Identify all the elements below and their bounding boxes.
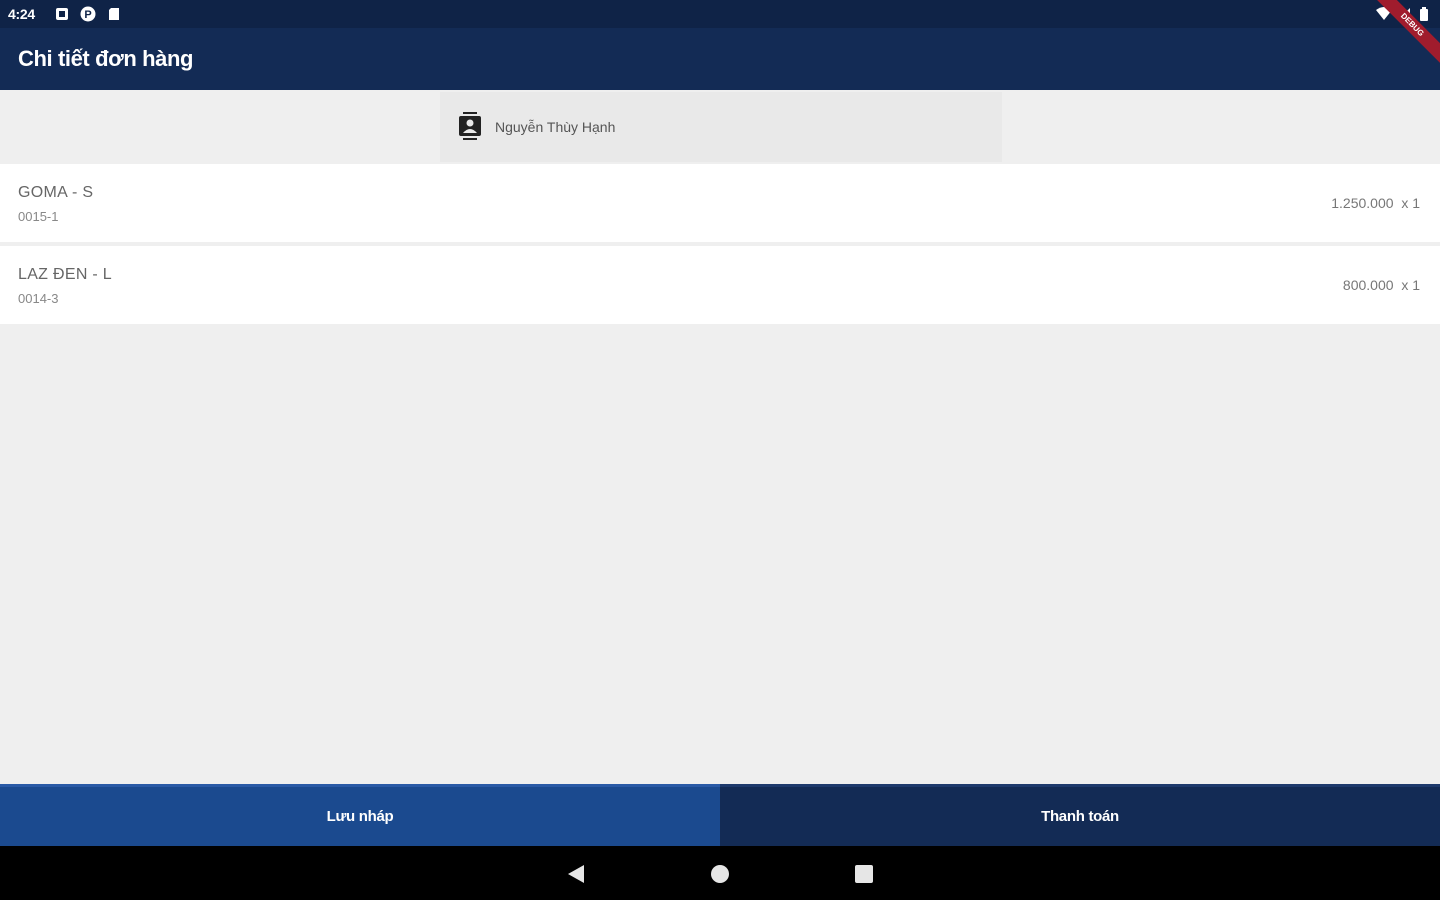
- item-code: 0015-1: [18, 209, 59, 224]
- page-title: Chi tiết đơn hàng: [18, 46, 194, 71]
- action-bar: Lưu nháp Thanh toán: [0, 784, 1440, 846]
- item-code: 0014-3: [18, 291, 59, 306]
- status-time: 4:24: [8, 6, 35, 22]
- system-nav-bar: [0, 846, 1440, 900]
- recents-icon[interactable]: [853, 863, 875, 885]
- item-name: GOMA - S: [18, 184, 94, 201]
- sd-card-icon: [106, 6, 122, 22]
- list-item[interactable]: GOMA - S 0015-1 1.250.000 x 1: [0, 164, 1440, 242]
- status-bar: 4:24 P: [0, 0, 1440, 28]
- back-icon[interactable]: [565, 863, 587, 885]
- item-price-qty: 800.000 x 1: [1343, 277, 1420, 293]
- home-icon[interactable]: [709, 863, 731, 885]
- status-icons-right: [1376, 6, 1432, 22]
- item-qty: x 1: [1401, 277, 1420, 293]
- item-price-qty: 1.250.000 x 1: [1331, 195, 1420, 211]
- svg-text:P: P: [84, 9, 91, 21]
- list-item[interactable]: LAZ ĐEN - L 0014-3 800.000 x 1: [0, 246, 1440, 324]
- customer-strip: Nguyễn Thùy Hạnh: [0, 90, 1440, 162]
- item-qty: x 1: [1401, 195, 1420, 211]
- contact-card-icon: [458, 112, 482, 142]
- notification-box-icon: [54, 6, 70, 22]
- status-icons-left: P: [54, 6, 122, 22]
- signal-icon: [1396, 6, 1412, 22]
- customer-name: Nguyễn Thùy Hạnh: [495, 119, 616, 135]
- battery-icon: [1416, 6, 1432, 22]
- order-item-list: GOMA - S 0015-1 1.250.000 x 1 LAZ ĐEN - …: [0, 164, 1440, 328]
- checkout-button[interactable]: Thanh toán: [720, 784, 1440, 846]
- item-price: 800.000: [1342, 277, 1394, 293]
- customer-selector[interactable]: Nguyễn Thùy Hạnh: [440, 92, 1002, 162]
- item-price: 1.250.000: [1331, 195, 1394, 211]
- wifi-icon: [1376, 6, 1392, 22]
- save-draft-button[interactable]: Lưu nháp: [0, 784, 720, 846]
- p-badge-icon: P: [80, 6, 96, 22]
- app-bar: Chi tiết đơn hàng: [0, 28, 1440, 90]
- item-name: LAZ ĐEN - L: [18, 266, 112, 283]
